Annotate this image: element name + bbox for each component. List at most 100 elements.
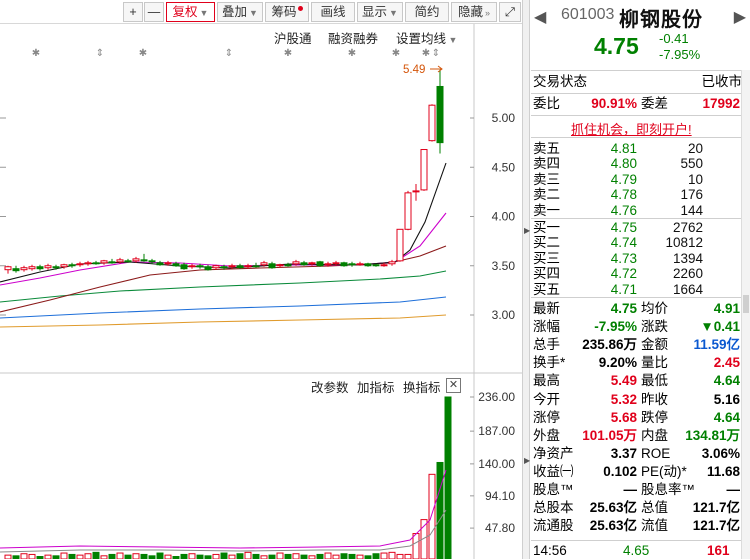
quote-value: 134.81万	[685, 427, 740, 443]
scroll-thumb[interactable]	[743, 295, 749, 313]
moving-average-line	[0, 314, 447, 328]
moving-average-line	[0, 162, 447, 283]
quote-scrollbar[interactable]	[741, 70, 750, 559]
candle-body	[220, 266, 228, 269]
quote-value: 3.37	[610, 445, 637, 461]
quote-row: 总股本 25.63亿 总值 121.7亿	[531, 499, 742, 517]
volume-bar	[236, 553, 244, 559]
candle-body	[420, 149, 428, 191]
quote-label: 总手	[533, 337, 560, 353]
candle-body	[188, 265, 196, 268]
quote-label: ROE	[641, 445, 671, 461]
quote-label: 股息™	[533, 482, 574, 497]
weicha-label: 委差	[641, 96, 668, 111]
open-account-link[interactable]: 抓住机会，即刻开户!	[571, 119, 692, 138]
quote-row: 今开 5.32 昨收 5.16	[531, 391, 742, 409]
bid-volume: 1394	[672, 250, 703, 266]
change-params-button[interactable]: 改参数	[311, 377, 349, 396]
volume-axis-label: 47.80	[485, 521, 515, 535]
quote-value: 121.7亿	[692, 500, 740, 516]
ask-volume: 20	[687, 141, 703, 156]
status-value: 已收市	[701, 74, 743, 89]
volume-axis-label: 140.00	[478, 457, 515, 471]
prev-stock-icon[interactable]: ◀	[534, 7, 546, 27]
candle-body	[4, 266, 12, 271]
candle-body	[172, 263, 180, 267]
candle-body	[132, 258, 140, 262]
close-indicator-icon[interactable]: ✕	[446, 378, 461, 393]
ask-level-row[interactable]: 卖三 4.79 10	[531, 172, 742, 188]
bid-level-label: 买五	[533, 281, 560, 297]
event-marker-icon: ✱	[139, 48, 147, 59]
volume-bar	[284, 553, 292, 559]
bid-level-row[interactable]: 买二 4.74 10812	[531, 235, 742, 251]
quote-label: 涨跌	[641, 319, 668, 335]
candle-body	[436, 85, 444, 144]
candle-body	[356, 263, 364, 266]
candle-body	[244, 265, 252, 268]
quote-row: 涨停 5.68 跌停 4.64	[531, 409, 742, 427]
candle-body	[332, 262, 340, 265]
ask-level-row[interactable]: 卖五 4.81 20	[531, 141, 742, 157]
volume-bar	[188, 553, 196, 559]
price-axis-label: 4.00	[492, 210, 516, 224]
ask-level-label: 卖三	[533, 171, 560, 187]
volume-bar	[252, 553, 260, 559]
quote-row: 最高 5.49 最低 4.64	[531, 372, 742, 390]
panel-divider[interactable]: ▶ ▶	[522, 0, 530, 559]
bid-level-row[interactable]: 买五 4.71 1664	[531, 282, 742, 298]
quote-value: 121.7亿	[692, 518, 740, 534]
ask-price: 4.76	[610, 202, 637, 218]
collapse-arrow-icon[interactable]: ▶	[524, 226, 530, 235]
moving-average-line	[0, 212, 447, 286]
bid-level-row[interactable]: 买三 4.73 1394	[531, 251, 742, 267]
candle-body	[260, 262, 268, 266]
candle-body	[412, 190, 420, 193]
expand-arrow-icon[interactable]: ▶	[524, 456, 530, 465]
candle-body	[76, 263, 84, 266]
bid-level-label: 买四	[533, 266, 560, 282]
bid-price: 4.71	[610, 281, 637, 297]
ask-level-row[interactable]: 卖一 4.76 144	[531, 203, 742, 219]
quote-label: 总值	[641, 500, 668, 516]
volume-bar	[380, 552, 388, 559]
swap-indicator-button[interactable]: 换指标	[403, 377, 441, 396]
quote-label: 换手*	[533, 355, 566, 371]
bid-price: 4.73	[610, 250, 637, 266]
volume-bar	[68, 553, 76, 559]
candle-body	[324, 263, 332, 266]
volume-bar	[332, 554, 340, 559]
quote-label: 内盘	[641, 427, 668, 443]
quote-value: 4.64	[713, 373, 740, 389]
bid-level-row[interactable]: 买一 4.75 2762	[531, 220, 742, 236]
ask-price: 4.80	[610, 156, 637, 172]
event-marker-icon: ⇕	[225, 48, 233, 59]
volume-bar	[156, 552, 164, 559]
candle-body	[396, 228, 404, 262]
candle-body	[124, 260, 132, 263]
quote-row: 股息™ — 股息率™ —	[531, 481, 742, 499]
candle-body	[108, 261, 116, 264]
kline-chart[interactable]: ✱ ⇕ ✱ ⇕ ✱ ✱ ✱ ✱ ⇕5.49 5.004.504.003.503.00236.00…	[0, 0, 522, 559]
volume-bar	[228, 554, 236, 559]
candle-body	[284, 264, 292, 267]
candle-body	[52, 266, 60, 269]
ask-price: 4.78	[610, 187, 637, 203]
price-axis-label: 4.50	[492, 160, 516, 174]
next-stock-icon[interactable]: ▶	[734, 7, 746, 27]
ask-level-label: 卖四	[533, 156, 560, 172]
high-price-marker: 5.49	[403, 64, 425, 76]
bid-level-row[interactable]: 买四 4.72 2260	[531, 266, 742, 282]
volume-bar	[324, 552, 332, 559]
quote-label: 涨停	[533, 409, 560, 425]
weibi-value: 90.91%	[591, 96, 637, 111]
ask-level-row[interactable]: 卖二 4.78 176	[531, 187, 742, 203]
price-axis-label: 5.00	[492, 111, 516, 125]
ask-level-row[interactable]: 卖四 4.80 550	[531, 156, 742, 172]
tick-volume: 161	[707, 543, 730, 558]
event-marker-icon: ✱	[348, 48, 356, 59]
quote-value: —	[623, 482, 638, 497]
add-indicator-button[interactable]: 加指标	[357, 377, 395, 396]
volume-bar	[124, 554, 132, 559]
candle-body	[348, 263, 356, 266]
